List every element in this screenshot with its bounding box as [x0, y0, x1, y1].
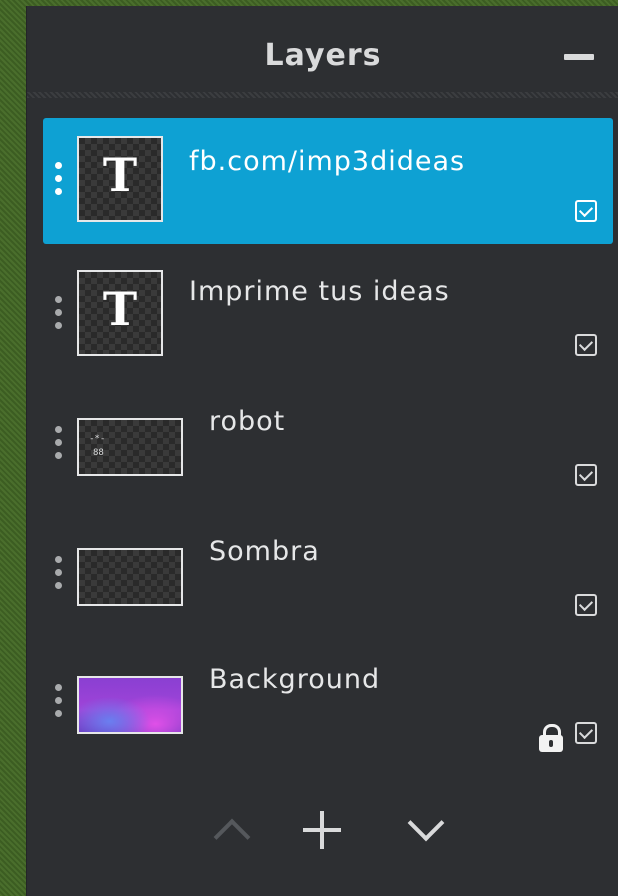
layer-toolbar	[27, 804, 618, 866]
visibility-checkbox[interactable]	[575, 334, 597, 356]
layer-item-background[interactable]: Background	[43, 640, 613, 766]
add-layer-button[interactable]	[297, 806, 347, 856]
move-layer-up-button[interactable]	[207, 806, 257, 856]
robot-thumb-mark: 88	[93, 448, 104, 458]
chevron-down-icon	[407, 804, 445, 842]
layer-thumbnail: -*- 88	[77, 418, 183, 476]
drag-handle-icon[interactable]	[55, 426, 63, 466]
layer-name: Background	[209, 664, 381, 695]
header-divider	[27, 92, 618, 98]
visibility-checkbox[interactable]	[575, 200, 597, 222]
layer-name: Sombra	[209, 536, 320, 567]
layer-thumbnail	[77, 676, 183, 734]
visibility-checkbox[interactable]	[575, 594, 597, 616]
chevron-up-icon	[213, 818, 251, 856]
layers-panel: Layers T fb.com/imp3dideas T Imprime tus…	[26, 6, 618, 896]
layer-thumbnail	[77, 548, 183, 606]
layer-name: Imprime tus ideas	[189, 276, 450, 307]
drag-handle-icon[interactable]	[55, 556, 63, 596]
layer-item-sombra[interactable]: Sombra	[43, 512, 613, 638]
minimize-icon[interactable]	[564, 54, 594, 60]
panel-header: Layers	[27, 6, 618, 98]
drag-handle-icon[interactable]	[55, 162, 63, 202]
text-layer-icon: T	[102, 282, 138, 336]
layer-name: robot	[209, 406, 286, 437]
layer-item-fb-com[interactable]: T fb.com/imp3dideas	[43, 118, 613, 244]
drag-handle-icon[interactable]	[55, 296, 63, 336]
visibility-checkbox[interactable]	[575, 464, 597, 486]
lock-icon[interactable]	[539, 724, 563, 752]
drag-handle-icon[interactable]	[55, 684, 63, 724]
layer-thumbnail: T	[77, 136, 163, 222]
visibility-checkbox[interactable]	[575, 722, 597, 744]
layer-name: fb.com/imp3dideas	[189, 146, 466, 177]
layer-item-imprime[interactable]: T Imprime tus ideas	[43, 252, 613, 378]
text-layer-icon: T	[102, 148, 138, 202]
robot-thumb-mark: -*-	[89, 434, 106, 444]
layer-thumbnail: T	[77, 270, 163, 356]
move-layer-down-button[interactable]	[401, 804, 451, 856]
layer-item-robot[interactable]: -*- 88 robot	[43, 382, 613, 508]
panel-title: Layers	[264, 38, 382, 73]
